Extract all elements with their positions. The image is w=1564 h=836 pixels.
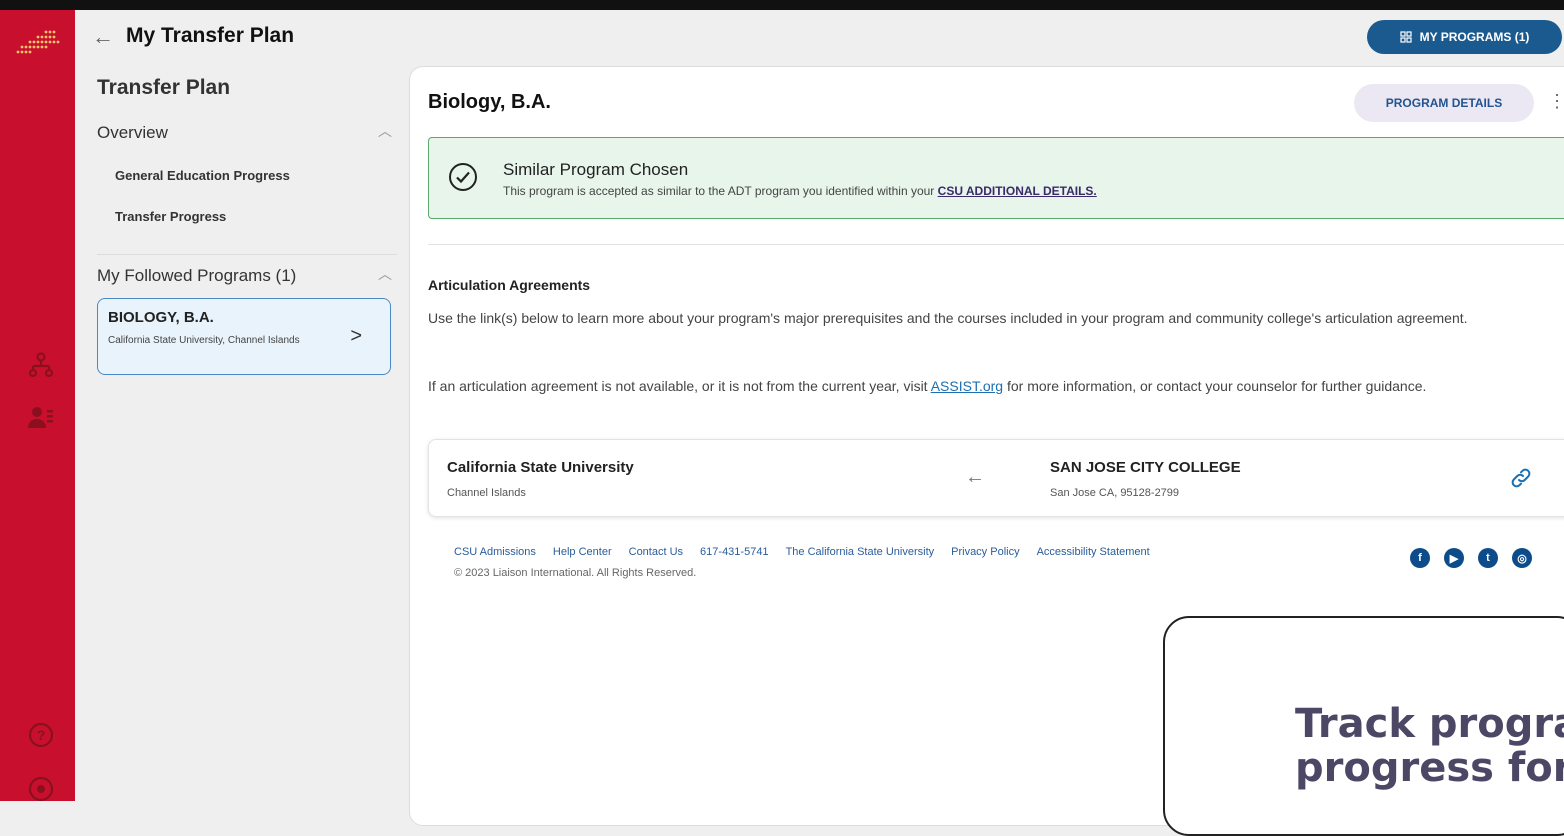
sidebar-item-transfer-progress[interactable]: Transfer Progress <box>115 209 226 224</box>
overview-section-header[interactable]: Overview ︿ <box>97 123 392 143</box>
footer-link-csu[interactable]: The California State University <box>786 546 935 558</box>
tooltip-text: Track progra progress for <box>1295 702 1564 790</box>
articulation-description: Use the link(s) below to learn more abou… <box>428 310 1468 326</box>
agreement-university-campus: Channel Islands <box>447 487 526 499</box>
svg-text:?: ? <box>37 727 46 743</box>
similar-program-title: Similar Program Chosen <box>503 160 689 179</box>
sidebar-divider <box>97 254 397 255</box>
followed-programs-section-header[interactable]: My Followed Programs (1) ︿ <box>97 266 392 286</box>
instagram-icon[interactable]: ◎ <box>1512 548 1532 568</box>
users-icon[interactable] <box>26 402 56 432</box>
footer-link-phone[interactable]: 617-431-5741 <box>700 546 769 558</box>
youtube-icon[interactable]: ▶ <box>1444 548 1464 568</box>
chevron-up-icon[interactable]: ︿ <box>378 121 392 141</box>
footer-copyright: © 2023 Liaison International. All Rights… <box>454 567 697 579</box>
similar-program-alert: Similar Program Chosen This program is a… <box>428 137 1564 219</box>
footer-links: CSU Admissions Help Center Contact Us 61… <box>454 546 1150 558</box>
onboarding-tooltip: Track progra progress for <box>1163 616 1564 836</box>
social-links: f ▶ t ◎ <box>1410 548 1532 568</box>
page-title: My Transfer Plan <box>126 24 295 47</box>
check-circle-icon <box>449 163 477 191</box>
overview-heading: Overview <box>97 123 168 142</box>
followed-program-title: BIOLOGY, B.A. <box>108 309 214 326</box>
similar-program-description: This program is accepted as similar to t… <box>503 184 1097 198</box>
footer-link-contact-us[interactable]: Contact Us <box>629 546 683 558</box>
transfer-plan-sidebar: Transfer Plan Overview ︿ General Educati… <box>75 60 405 801</box>
tooltip-line-2: progress for <box>1295 745 1564 791</box>
followed-program-card[interactable]: BIOLOGY, B.A. California State Universit… <box>97 298 391 375</box>
more-options-icon[interactable]: ⋮ <box>1548 91 1564 112</box>
guidance-text-after: for more information, or contact your co… <box>1006 378 1427 394</box>
tooltip-line-1: Track progra <box>1295 701 1564 747</box>
section-divider <box>428 244 1564 245</box>
assist-org-link[interactable]: ASSIST.org <box>931 378 1003 394</box>
org-chart-icon[interactable] <box>26 350 56 380</box>
chevron-up-icon[interactable]: ︿ <box>378 264 392 284</box>
twitter-icon[interactable]: t <box>1478 548 1498 568</box>
left-rail: ? <box>0 10 75 804</box>
settings-icon[interactable] <box>26 774 56 804</box>
program-title: Biology, B.A. <box>428 91 551 113</box>
back-arrow-icon[interactable]: ← <box>92 24 114 50</box>
followed-program-campus: California State University, Channel Isl… <box>108 335 300 346</box>
my-programs-button[interactable]: MY PROGRAMS (1) <box>1367 20 1562 54</box>
articulation-agreement-card[interactable]: California State University Channel Isla… <box>428 439 1564 517</box>
csu-additional-details-link[interactable]: CSU ADDITIONAL DETAILS. <box>938 184 1097 198</box>
similar-program-text: This program is accepted as similar to t… <box>503 184 935 198</box>
articulation-guidance: If an articulation agreement is not avai… <box>428 375 1558 398</box>
program-details-button[interactable]: PROGRAM DETAILS <box>1354 84 1534 122</box>
guidance-text-before: If an articulation agreement is not avai… <box>428 378 928 394</box>
agreement-college-location: San Jose CA, 95128-2799 <box>1050 487 1180 499</box>
arrow-left-icon: ← <box>965 466 985 488</box>
articulation-heading: Articulation Agreements <box>428 277 591 293</box>
agreement-college-name: SAN JOSE CITY COLLEGE <box>1050 459 1241 476</box>
grid-icon <box>1399 31 1412 43</box>
help-icon[interactable]: ? <box>26 720 56 750</box>
agreement-university-name: California State University <box>447 459 634 476</box>
my-programs-label: MY PROGRAMS (1) <box>1419 30 1530 44</box>
link-icon[interactable] <box>1509 466 1533 490</box>
chevron-right-icon: > <box>350 325 362 347</box>
footer-link-help-center[interactable]: Help Center <box>553 546 612 558</box>
followed-programs-heading: My Followed Programs (1) <box>97 266 297 285</box>
top-border <box>0 0 1564 10</box>
sidebar-item-general-education-progress[interactable]: General Education Progress <box>115 168 290 183</box>
facebook-icon[interactable]: f <box>1410 548 1430 568</box>
sidebar-title: Transfer Plan <box>97 76 231 99</box>
footer-link-privacy-policy[interactable]: Privacy Policy <box>951 546 1019 558</box>
footer-link-csu-admissions[interactable]: CSU Admissions <box>454 546 536 558</box>
footer-link-accessibility[interactable]: Accessibility Statement <box>1037 546 1150 558</box>
app-logo-icon[interactable] <box>16 28 62 58</box>
